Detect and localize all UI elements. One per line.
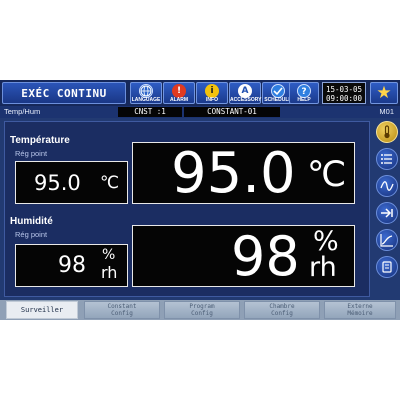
date-text: 15-03-05: [325, 85, 363, 94]
alarm-button[interactable]: ! ALARM: [163, 82, 195, 104]
controller-screen: EXÉC CONTINU LANGUAGE ! ALARM i INFO A A…: [0, 80, 400, 320]
humidity-setpoint-value: 98: [58, 253, 86, 278]
forward-view-button[interactable]: [376, 202, 398, 224]
star-icon: ★: [376, 83, 392, 103]
tab-program-config-line2: Config: [191, 309, 213, 317]
mode-code: M01: [379, 107, 394, 116]
alarm-label: ALARM: [169, 97, 189, 103]
language-button[interactable]: LANGUAGE: [130, 82, 162, 104]
list-view-button[interactable]: [376, 148, 398, 170]
thermometer-icon: [384, 125, 390, 139]
info-icon: i: [205, 84, 219, 98]
tab-surveiller[interactable]: Surveiller: [6, 301, 78, 319]
constant-number: CNST :1: [118, 107, 182, 117]
humidity-setpoint-unit-percent: %: [102, 247, 116, 263]
temperature-current-value: 95.0: [171, 141, 296, 206]
bottom-tab-bar: Surveiller Constant Config Program Confi…: [0, 300, 400, 320]
temperature-title: Température: [10, 135, 70, 146]
top-bar: EXÉC CONTINU LANGUAGE ! ALARM i INFO A A…: [0, 80, 400, 106]
schedule-icon: [271, 84, 285, 98]
info-button[interactable]: i INFO: [196, 82, 228, 104]
tab-externe-memoire-line2: Mémoire: [347, 309, 373, 317]
program-name: CONSTANT-01: [184, 107, 280, 117]
wave-icon: [380, 181, 394, 191]
tab-chambre-config[interactable]: Chambre Config: [244, 301, 320, 319]
time-text: 09:00:00: [325, 94, 363, 103]
info-label: INFO: [206, 97, 218, 103]
temperature-setpoint-unit: ℃: [100, 173, 120, 193]
settings-view-button[interactable]: [376, 256, 398, 278]
language-label: LANGUAGE: [131, 97, 161, 103]
humidity-current-unit-rh: rh: [309, 252, 337, 283]
accessory-label: ACCESSORY: [230, 97, 262, 103]
help-icon: ?: [297, 84, 311, 98]
wave-view-button[interactable]: [376, 175, 398, 197]
temperature-view-button[interactable]: [376, 121, 398, 143]
accessory-button[interactable]: A ACCESSORY: [229, 82, 262, 104]
settings-icon: [382, 261, 392, 273]
temperature-setpoint-label: Rég point: [15, 149, 48, 158]
list-icon: [381, 154, 392, 164]
humidity-current-box: 98 % rh: [132, 225, 355, 288]
tab-constant-config[interactable]: Constant Config: [84, 301, 160, 319]
temperature-current-box: 95.0 ℃: [132, 141, 355, 206]
help-button[interactable]: ? HELP: [289, 82, 319, 104]
date-time-display: 15-03-05 09:00:00: [322, 82, 366, 104]
accessory-icon: A: [238, 84, 252, 98]
run-mode-button[interactable]: EXÉC CONTINU: [2, 82, 126, 104]
screen-name: Temp/Hum: [4, 107, 41, 116]
tab-program-config[interactable]: Program Config: [164, 301, 240, 319]
graph-icon: [380, 234, 393, 247]
humidity-setpoint-box[interactable]: 98 % rh: [15, 244, 128, 287]
graph-view-button[interactable]: [376, 229, 398, 251]
forward-icon: [381, 208, 393, 218]
temperature-setpoint-box[interactable]: 95.0 ℃: [15, 161, 128, 204]
alarm-icon: !: [172, 84, 186, 98]
humidity-setpoint-unit-rh: rh: [101, 263, 118, 282]
monitor-panel: Température Rég point 95.0 ℃ 95.0 ℃ Humi…: [4, 121, 370, 297]
tab-externe-memoire[interactable]: Externe Mémoire: [324, 301, 396, 319]
help-label: HELP: [297, 97, 311, 103]
status-bar: Temp/Hum CNST :1 CONSTANT-01 M01: [0, 106, 400, 118]
humidity-title: Humidité: [10, 216, 53, 227]
temperature-setpoint-value: 95.0: [34, 171, 81, 195]
globe-icon: [139, 84, 153, 98]
humidity-setpoint-label: Rég point: [15, 230, 48, 239]
tab-chambre-config-line2: Config: [271, 309, 293, 317]
temperature-current-unit: ℃: [307, 155, 347, 195]
tab-constant-config-line2: Config: [111, 309, 133, 317]
tab-surveiller-label: Surveiller: [20, 306, 64, 314]
humidity-current-value: 98: [231, 225, 300, 288]
favorite-button[interactable]: ★: [370, 82, 398, 104]
